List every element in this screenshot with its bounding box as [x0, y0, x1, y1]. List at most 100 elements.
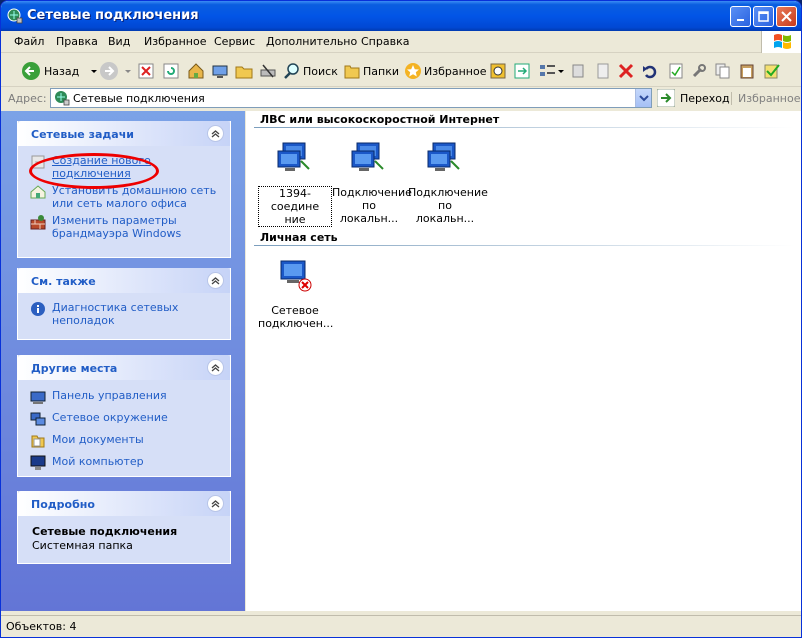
chevron-down-icon[interactable] [557, 66, 565, 76]
status-text: Объектов: 4 [6, 620, 77, 633]
connection-label-line1: Подключение [408, 186, 488, 199]
firewall-task[interactable]: Изменить параметры брандмауэра Windows [30, 214, 222, 240]
stop-button[interactable] [138, 60, 154, 82]
network-places-link-item[interactable]: Сетевое окружение [30, 411, 222, 427]
menu-advanced[interactable]: Дополнительно [266, 35, 357, 48]
address-dropdown[interactable] [635, 89, 651, 107]
panel-title: Другие места [31, 362, 118, 375]
minimize-button[interactable] [730, 6, 751, 27]
search-button[interactable]: Поиск [283, 60, 338, 82]
network-places-icon [30, 412, 46, 426]
menu-bar: Файл Правка Вид Избранное Сервис Дополни… [1, 31, 801, 53]
menu-edit[interactable]: Правка [56, 35, 98, 48]
network-tasks-header[interactable]: Сетевые задачи [18, 121, 230, 146]
copy-button[interactable] [715, 60, 731, 82]
delete-icon [618, 63, 634, 79]
see-also-header[interactable]: См. также [18, 268, 230, 293]
chevron-down-icon[interactable] [123, 66, 133, 76]
address-input[interactable]: Сетевые подключения [50, 88, 652, 108]
folder-button[interactable] [235, 60, 253, 82]
forward-arrow-icon [100, 62, 118, 80]
connection-label-line2: ние [284, 213, 306, 226]
network-icon [212, 65, 228, 78]
menu-view[interactable]: Вид [108, 35, 130, 48]
folders-button[interactable]: Папки [343, 60, 399, 82]
chevron-down-icon[interactable] [89, 66, 99, 76]
undo-icon [643, 65, 657, 79]
my-computer-icon [30, 455, 46, 470]
home-button[interactable] [187, 60, 205, 82]
back-button[interactable]: Назад [21, 60, 99, 82]
collapse-button[interactable] [207, 359, 224, 376]
my-computer-link-item[interactable]: Мой компьютер [30, 455, 222, 471]
favorites-tab[interactable]: Избранное [731, 92, 800, 105]
my-documents-link[interactable]: Мои документы [52, 433, 144, 446]
menu-file[interactable]: Файл [14, 35, 44, 48]
diagnostics-task[interactable]: Диагностика сетевых неполадок [30, 301, 222, 327]
connection-item[interactable]: Подключение по локальн... [408, 139, 488, 225]
paste-button[interactable] [595, 60, 611, 82]
tools-button[interactable] [691, 60, 707, 82]
connection-item[interactable]: 1394-соедине ние [258, 139, 332, 227]
check-button[interactable] [763, 60, 781, 82]
undo-button[interactable] [642, 60, 658, 82]
properties-button[interactable] [668, 60, 684, 82]
history-icon [490, 63, 506, 79]
views-button[interactable] [539, 60, 565, 82]
history-button[interactable] [490, 60, 506, 82]
collapse-button[interactable] [207, 125, 224, 142]
status-bar: Объектов: 4 [1, 615, 801, 637]
menu-favorites[interactable]: Избранное [144, 35, 206, 48]
address-value: Сетевые подключения [73, 92, 205, 105]
diagnostics-link[interactable]: Диагностика сетевых неполадок [52, 301, 222, 327]
delete-button[interactable] [618, 60, 634, 82]
favorites-button[interactable]: Избранное [404, 60, 486, 82]
copy-to-button[interactable] [571, 60, 587, 82]
collapse-button[interactable] [207, 495, 224, 512]
menu-help[interactable]: Справка [361, 35, 409, 48]
my-computer-link[interactable]: Мой компьютер [52, 455, 144, 468]
network-places-link[interactable]: Сетевое окружение [52, 411, 168, 424]
forward-button[interactable] [99, 60, 133, 82]
clipboard-button[interactable] [739, 60, 755, 82]
refresh-button[interactable] [163, 60, 179, 82]
home-network-task[interactable]: Установить домашнюю сеть или сеть малого… [30, 184, 222, 210]
my-documents-link-item[interactable]: Мои документы [30, 433, 222, 449]
panel-title: Подробно [31, 498, 95, 511]
double-chevron-up-icon [211, 130, 220, 138]
network-tasks-panel: Сетевые задачи Создание нового подключен… [17, 121, 231, 258]
connection-item[interactable]: Сетевое подключен... [258, 257, 333, 330]
connection-item[interactable]: Подключение по локальн... [332, 139, 412, 225]
network-connection-icon [277, 142, 310, 171]
details-header[interactable]: Подробно [18, 491, 230, 516]
address-label: Адрес: [8, 92, 47, 105]
collapse-button[interactable] [207, 272, 224, 289]
connection-label-line1: 1394-соедине [270, 187, 320, 213]
maximize-button[interactable] [753, 6, 774, 27]
home-icon [188, 63, 204, 79]
back-arrow-icon [22, 62, 40, 80]
explorer-window: Сетевые подключения Файл Правка Вид Избр… [0, 0, 802, 638]
close-button[interactable] [776, 6, 797, 27]
connection-label-line1: Сетевое [271, 304, 319, 317]
menu-tools[interactable]: Сервис [214, 35, 255, 48]
title-bar[interactable]: Сетевые подключения [1, 1, 801, 31]
control-panel-link-item[interactable]: Панель управления [30, 389, 222, 405]
go-button[interactable]: Переход [657, 89, 730, 107]
home-network-icon [30, 185, 46, 199]
firewall-link[interactable]: Изменить параметры брандмауэра Windows [52, 214, 222, 240]
move-to-icon [514, 63, 530, 79]
move-to-button[interactable] [514, 60, 530, 82]
other-places-header[interactable]: Другие места [18, 355, 230, 380]
network-places-button[interactable] [211, 60, 229, 82]
maximize-icon [758, 11, 769, 22]
connection-label-line2: по локальн... [339, 199, 399, 225]
panel-title: Сетевые задачи [31, 128, 134, 141]
disconnect-button[interactable] [259, 60, 277, 82]
stop-icon [138, 63, 154, 79]
connection-label-line2: по локальн... [415, 199, 475, 225]
views-icon [540, 65, 555, 76]
control-panel-link[interactable]: Панель управления [52, 389, 167, 402]
copy-to-icon [572, 64, 584, 78]
connections-view[interactable]: ЛВС или высокоскоростной Интернет 1394-с… [246, 111, 801, 611]
